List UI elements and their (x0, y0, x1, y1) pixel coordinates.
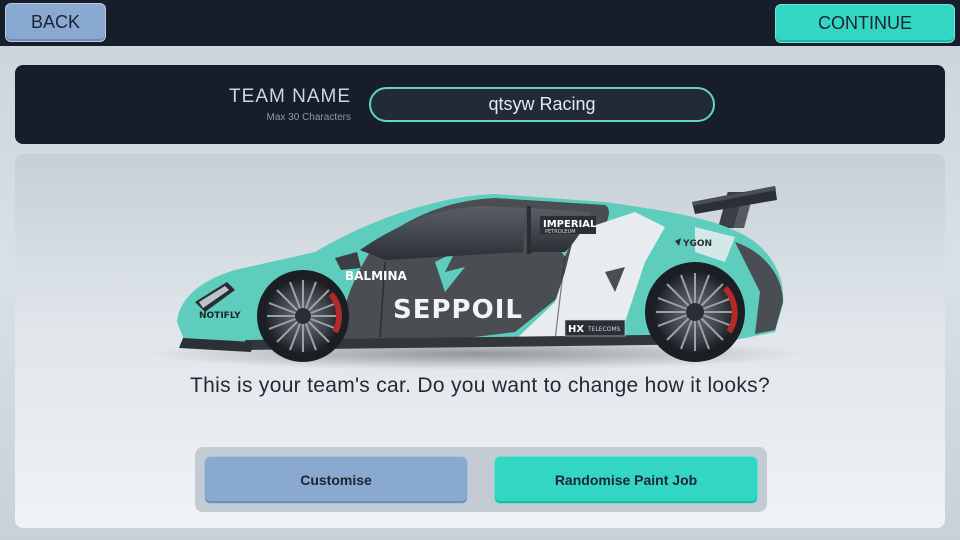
team-name-label: TEAM NAME (229, 86, 351, 107)
svg-text:HX: HX (568, 324, 584, 335)
sponsor-side-text: BALMINA (345, 269, 408, 283)
customise-button[interactable]: Customise (204, 456, 468, 504)
car-preview-panel: BALMINA SEPPOIL NOTIFLY IMPERIAL PETROLE… (15, 154, 945, 528)
action-button-tray: Customise Randomise Paint Job (195, 447, 767, 512)
car-change-question: This is your team's car. Do you want to … (190, 374, 770, 397)
sponsor-rear-small-badge: HX TELECOMS (564, 319, 626, 337)
svg-text:YGON: YGON (682, 239, 712, 249)
team-name-input[interactable] (369, 87, 715, 122)
svg-text:TELECOMS: TELECOMS (587, 326, 621, 333)
team-car-image: BALMINA SEPPOIL NOTIFLY IMPERIAL PETROLE… (145, 186, 805, 370)
team-name-panel: TEAM NAME Max 30 Characters (15, 65, 945, 144)
sponsor-door-badge: IMPERIAL PETROLEUM (540, 216, 597, 235)
front-wheel (257, 270, 349, 362)
svg-text:PETROLEUM: PETROLEUM (545, 229, 576, 235)
rear-wheel (645, 262, 745, 362)
sponsor-front-text: NOTIFLY (199, 311, 241, 321)
back-button[interactable]: BACK (5, 3, 106, 42)
top-bar: BACK CONTINUE (0, 0, 960, 46)
randomise-paint-job-button[interactable]: Randomise Paint Job (494, 456, 758, 504)
team-name-hint: Max 30 Characters (266, 112, 351, 123)
sponsor-main-text: SEPPOIL (393, 295, 523, 325)
continue-button[interactable]: CONTINUE (775, 4, 955, 43)
